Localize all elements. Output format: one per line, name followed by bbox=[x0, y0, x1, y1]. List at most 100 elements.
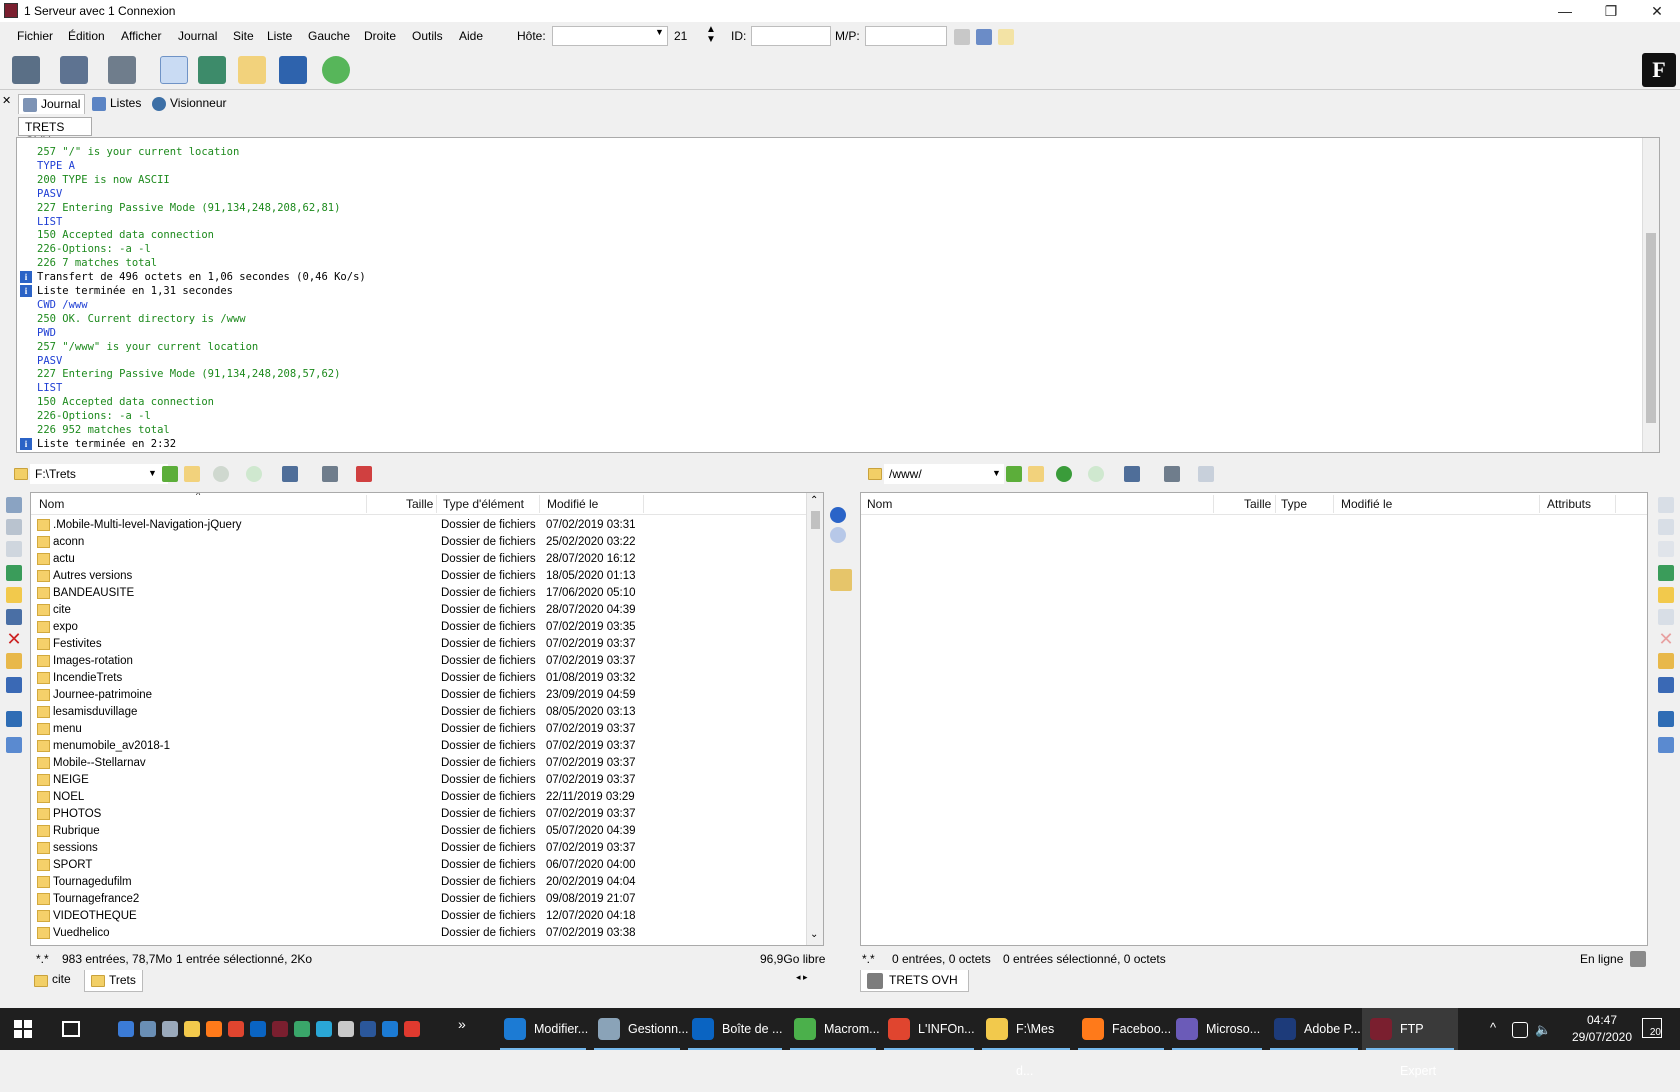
file-row[interactable]: PHOTOS Dossier de fichiers 07/02/2019 03:3… bbox=[31, 806, 807, 823]
taskbar-app[interactable]: Adobe P... bbox=[1266, 1008, 1362, 1050]
filter-icon[interactable] bbox=[1164, 466, 1180, 482]
pinned-app-icon[interactable] bbox=[184, 1021, 200, 1037]
column-name[interactable]: Nom bbox=[39, 497, 64, 511]
taskbar-app[interactable]: F:\Mes d... bbox=[978, 1008, 1074, 1078]
password-input[interactable] bbox=[865, 26, 947, 46]
column-type[interactable]: Type bbox=[1281, 497, 1307, 511]
file-row[interactable]: Tournagefrance2 Dossier de fichiers 09/08/… bbox=[31, 891, 807, 908]
taskbar-app[interactable]: Macrom... bbox=[786, 1008, 880, 1050]
quick-connect-icon[interactable] bbox=[954, 29, 970, 45]
grid-icon[interactable] bbox=[1658, 711, 1674, 727]
host-input[interactable] bbox=[552, 26, 668, 46]
pinned-app-icon[interactable] bbox=[382, 1021, 398, 1037]
volume-icon[interactable]: 🔈 bbox=[1535, 1022, 1551, 1038]
upload-arrow-icon[interactable] bbox=[830, 507, 846, 523]
open-icon[interactable] bbox=[6, 653, 22, 669]
pinned-app-icon[interactable] bbox=[294, 1021, 310, 1037]
scroll-up-icon[interactable]: ⌃ bbox=[810, 495, 818, 506]
pinned-app-icon[interactable] bbox=[360, 1021, 376, 1037]
taskbar-app[interactable]: Gestionn... bbox=[590, 1008, 688, 1050]
close-button[interactable]: ✕ bbox=[1634, 0, 1680, 22]
sync-icon[interactable] bbox=[1658, 565, 1674, 581]
open-icon[interactable] bbox=[1658, 653, 1674, 669]
menu-droite[interactable]: Droite bbox=[364, 29, 396, 43]
refresh-icon[interactable] bbox=[6, 497, 22, 513]
file-row[interactable]: Autres versions Dossier de fichiers 18/05/… bbox=[31, 568, 807, 585]
minimize-button[interactable]: — bbox=[1542, 0, 1588, 22]
view-icon[interactable] bbox=[6, 541, 22, 557]
file-row[interactable]: Festivites Dossier de fichiers 07/02/2019 … bbox=[31, 636, 807, 653]
taskbar-app[interactable]: L'INFOn... bbox=[880, 1008, 978, 1050]
new-folder-icon[interactable] bbox=[1658, 587, 1674, 603]
file-row[interactable]: menu Dossier de fichiers 07/02/2019 03:37 bbox=[31, 721, 807, 738]
tray-chevron-icon[interactable]: ^ bbox=[1490, 1020, 1496, 1035]
id-input[interactable] bbox=[751, 26, 831, 46]
log-scrollbar[interactable] bbox=[1642, 138, 1659, 452]
file-row[interactable]: Mobile--Stellarnav Dossier de fichiers 07/… bbox=[31, 755, 807, 772]
column-size[interactable]: Taille bbox=[406, 497, 433, 511]
menu-site[interactable]: Site bbox=[233, 29, 254, 43]
tab-journal[interactable]: Journal bbox=[18, 94, 86, 114]
view-icon[interactable] bbox=[1658, 541, 1674, 557]
edit-icon[interactable] bbox=[279, 56, 307, 84]
file-row[interactable]: actu Dossier de fichiers 28/07/2020 16:12 bbox=[31, 551, 807, 568]
file-row[interactable]: .Mobile-Multi-level-Navigation-jQuery Dos… bbox=[31, 517, 807, 534]
rename-icon[interactable] bbox=[6, 519, 22, 535]
column-modified[interactable]: Modifié le bbox=[1341, 497, 1392, 511]
edit-icon[interactable] bbox=[6, 677, 22, 693]
pinned-app-icon[interactable] bbox=[338, 1021, 354, 1037]
task-view-icon[interactable] bbox=[62, 1021, 80, 1037]
file-row[interactable]: VIDEOTHEQUE Dossier de fichiers 12/07/2020… bbox=[31, 908, 807, 925]
port-stepper-icon[interactable]: ▲ ▼ bbox=[706, 25, 716, 45]
search-icon[interactable] bbox=[6, 737, 22, 753]
overflow-chevron[interactable]: » bbox=[458, 1016, 466, 1032]
site-manager-icon[interactable] bbox=[976, 29, 992, 45]
pinned-app-icon[interactable] bbox=[316, 1021, 332, 1037]
left-list-scrollbar[interactable]: ⌃ ⌄ bbox=[806, 493, 823, 945]
clock-date[interactable]: 29/07/2020 bbox=[1564, 1030, 1640, 1044]
right-filter[interactable]: *.* bbox=[862, 952, 875, 966]
connect-ftp-icon[interactable] bbox=[12, 56, 40, 84]
menu-outils[interactable]: Outils bbox=[412, 29, 443, 43]
file-row[interactable]: Images-rotation Dossier de fichiers 07/02/… bbox=[31, 653, 807, 670]
browse-folder-icon[interactable] bbox=[184, 466, 200, 482]
left-tab-trets[interactable]: Trets bbox=[84, 970, 143, 992]
folder-icon[interactable] bbox=[238, 56, 266, 84]
file-row[interactable]: NOEL Dossier de fichiers 22/11/2019 03:29 bbox=[31, 789, 807, 806]
port-input[interactable]: 21 bbox=[674, 29, 687, 43]
menu-gauche[interactable]: Gauche bbox=[308, 29, 350, 43]
menu-fichier[interactable]: Fichier bbox=[17, 29, 53, 43]
left-scroll-thumb[interactable] bbox=[811, 511, 820, 529]
network-icon[interactable] bbox=[1512, 1022, 1528, 1038]
delete-icon[interactable] bbox=[356, 466, 372, 482]
taskbar-app[interactable]: Modifier... bbox=[496, 1008, 590, 1050]
view-mode-icon[interactable] bbox=[282, 466, 298, 482]
column-name[interactable]: Nom bbox=[867, 497, 892, 511]
delete-icon[interactable]: ✕ bbox=[6, 630, 22, 648]
file-row[interactable]: Tournagedufilm Dossier de fichiers 20/02/2… bbox=[31, 874, 807, 891]
file-row[interactable]: cite Dossier de fichiers 28/07/2020 04:39 bbox=[31, 602, 807, 619]
pinned-app-icon[interactable] bbox=[228, 1021, 244, 1037]
menu-aide[interactable]: Aide bbox=[459, 29, 483, 43]
menu-edition[interactable]: Édition bbox=[68, 29, 105, 43]
file-row[interactable]: Journee-patrimoine Dossier de fichiers 23/… bbox=[31, 687, 807, 704]
right-path-dropdown-icon[interactable]: ▼ bbox=[992, 468, 1001, 478]
right-tab-connection[interactable]: TRETS OVH bbox=[860, 970, 969, 992]
filter-icon[interactable] bbox=[322, 466, 338, 482]
file-row[interactable]: menumobile_av2018-1 Dossier de fichiers 07… bbox=[31, 738, 807, 755]
file-row[interactable]: Rubrique Dossier de fichiers 05/07/2020 04… bbox=[31, 823, 807, 840]
delete-icon[interactable]: ✕ bbox=[1658, 630, 1674, 648]
left-filter[interactable]: *.* bbox=[36, 952, 49, 966]
file-row[interactable]: SPORT Dossier de fichiers 06/07/2020 04:00 bbox=[31, 857, 807, 874]
restore-button[interactable]: ❐ bbox=[1588, 0, 1634, 22]
connection-tab[interactable]: TRETS OVH bbox=[18, 117, 92, 148]
file-row[interactable]: lesamisduvillage Dossier de fichiers 08/05… bbox=[31, 704, 807, 721]
menu-liste[interactable]: Liste bbox=[267, 29, 292, 43]
scroll-down-icon[interactable]: ⌄ bbox=[810, 929, 818, 940]
single-pane-icon[interactable] bbox=[198, 56, 226, 84]
taskbar-app[interactable]: Microso... bbox=[1168, 1008, 1266, 1050]
file-row[interactable]: aconn Dossier de fichiers 25/02/2020 03:22 bbox=[31, 534, 807, 551]
start-windows-icon[interactable] bbox=[14, 1020, 32, 1038]
taskbar-app[interactable]: Faceboo... bbox=[1074, 1008, 1171, 1050]
pinned-app-icon[interactable] bbox=[206, 1021, 222, 1037]
